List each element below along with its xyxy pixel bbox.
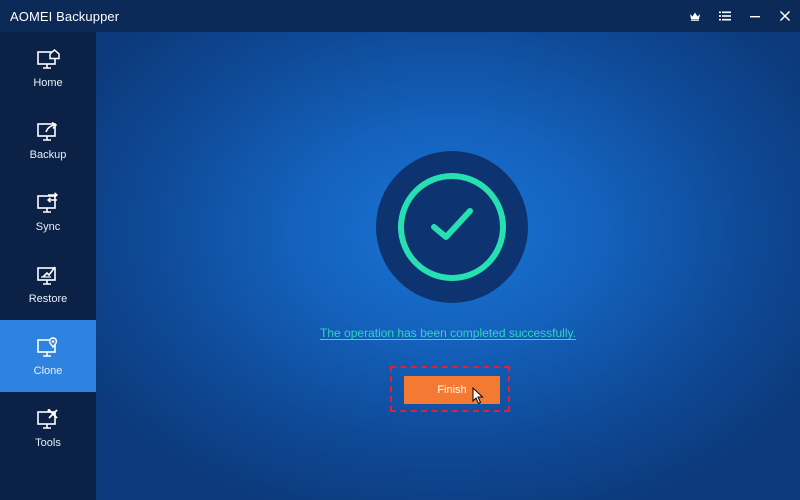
status-message: The operation has been completed success… bbox=[320, 326, 576, 340]
crown-button[interactable] bbox=[680, 0, 710, 32]
close-button[interactable] bbox=[770, 0, 800, 32]
title-bar: AOMEI Backupper bbox=[0, 0, 800, 32]
minimize-icon bbox=[750, 16, 760, 18]
app-window: AOMEI Backupper Home Backup Sync Restore… bbox=[0, 0, 800, 500]
window-controls bbox=[680, 0, 800, 32]
sidebar-item-label: Backup bbox=[29, 148, 67, 161]
clone-icon bbox=[37, 336, 58, 357]
ghost-text-decoration bbox=[384, 301, 524, 315]
crown-icon bbox=[690, 12, 700, 21]
sidebar-item-label: Restore bbox=[28, 292, 68, 305]
sidebar: Home Backup Sync Restore Clone Tools bbox=[0, 32, 96, 500]
sidebar-item-home[interactable]: Home bbox=[0, 32, 96, 104]
mouse-cursor-icon bbox=[472, 387, 484, 405]
menu-button[interactable] bbox=[710, 0, 740, 32]
sidebar-item-clone[interactable]: Clone bbox=[0, 320, 96, 392]
sidebar-item-label: Home bbox=[33, 76, 63, 89]
sidebar-item-label: Clone bbox=[33, 364, 63, 377]
home-icon bbox=[37, 48, 60, 69]
check-icon bbox=[431, 208, 473, 240]
sync-icon bbox=[37, 191, 59, 213]
close-icon bbox=[779, 10, 791, 22]
sidebar-item-restore[interactable]: Restore bbox=[0, 248, 96, 320]
menu-icon bbox=[719, 11, 731, 21]
tools-icon bbox=[37, 408, 58, 429]
success-indicator bbox=[376, 151, 528, 303]
finish-button[interactable]: Finish bbox=[404, 376, 500, 404]
ghost-text-decoration bbox=[434, 346, 466, 358]
backup-icon bbox=[37, 121, 58, 141]
sidebar-item-sync[interactable]: Sync bbox=[0, 176, 96, 248]
sidebar-item-backup[interactable]: Backup bbox=[0, 104, 96, 176]
restore-icon bbox=[37, 266, 56, 285]
window-title: AOMEI Backupper bbox=[10, 8, 120, 24]
sidebar-item-label: Tools bbox=[35, 436, 61, 449]
minimize-button[interactable] bbox=[740, 0, 770, 32]
sidebar-item-tools[interactable]: Tools bbox=[0, 392, 96, 464]
sidebar-item-label: Sync bbox=[35, 220, 61, 233]
success-ring bbox=[398, 173, 506, 281]
main-content: The operation has been completed success… bbox=[96, 32, 800, 500]
